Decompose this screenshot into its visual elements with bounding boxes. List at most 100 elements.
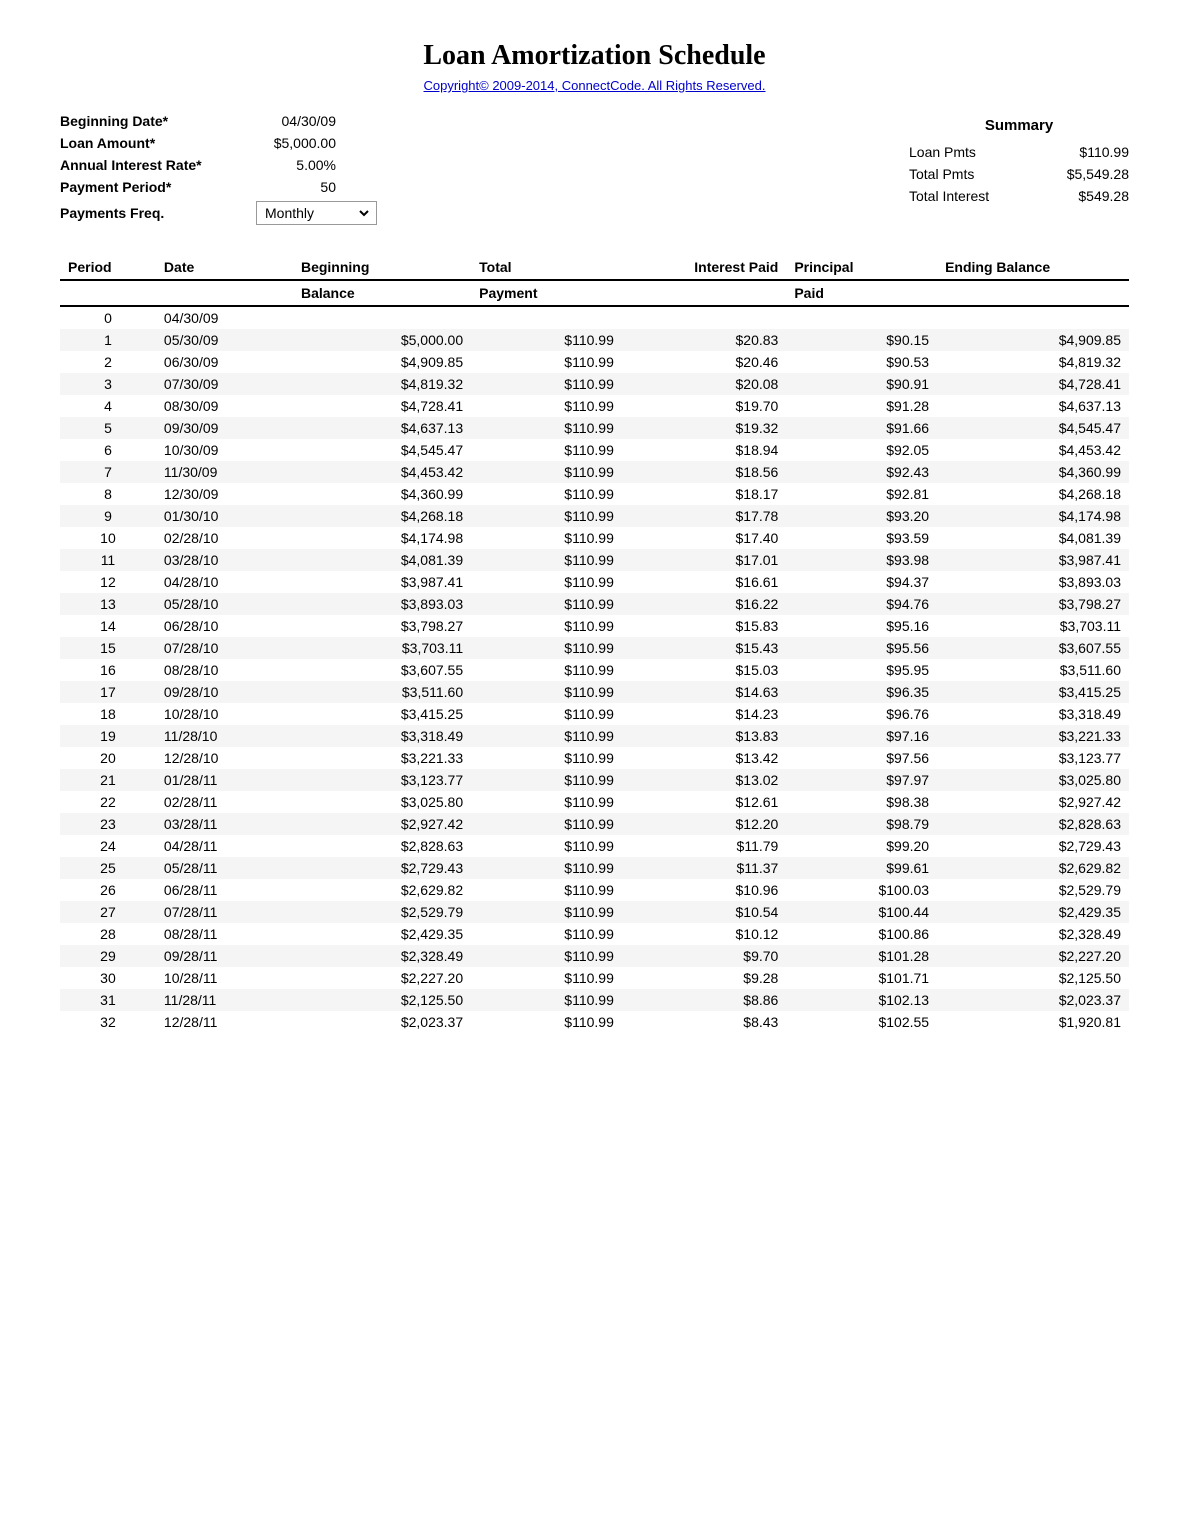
table-cell: $2,729.43 [293,857,471,879]
top-section: Beginning Date* 04/30/09 Loan Amount* $5… [60,113,1129,225]
table-cell: 11 [60,549,156,571]
payment-period-row: Payment Period* 50 [60,179,377,195]
table-cell: $110.99 [471,879,622,901]
table-cell: 08/28/10 [156,659,293,681]
table-cell: 4 [60,395,156,417]
loan-amount-value: $5,000.00 [256,135,336,151]
table-cell: $110.99 [471,901,622,923]
table-cell: $4,453.42 [293,461,471,483]
payments-freq-row: Payments Freq. Monthly Weekly Bi-Weekly … [60,201,377,225]
table-cell: 0 [60,306,156,329]
table-cell: $110.99 [471,461,622,483]
table-cell: $2,429.35 [293,923,471,945]
table-cell: 30 [60,967,156,989]
payment-period-label: Payment Period* [60,179,240,195]
header-period-blank [60,280,156,306]
table-cell: 09/28/10 [156,681,293,703]
table-cell [786,306,937,329]
table-cell: $3,511.60 [293,681,471,703]
table-cell: $110.99 [471,373,622,395]
payments-freq-select[interactable]: Monthly Weekly Bi-Weekly Quarterly Semi-… [261,204,372,222]
table-row: 2909/28/11$2,328.49$110.99$9.70$101.28$2… [60,945,1129,967]
table-cell: $91.66 [786,417,937,439]
table-cell: $92.81 [786,483,937,505]
amortization-table-container: Period Date Beginning Total Interest Pai… [60,255,1129,1033]
table-cell: $92.05 [786,439,937,461]
payments-freq-dropdown[interactable]: Monthly Weekly Bi-Weekly Quarterly Semi-… [256,201,377,225]
table-cell: 32 [60,1011,156,1033]
table-cell: 21 [60,769,156,791]
table-cell: $9.70 [622,945,786,967]
table-cell: $97.56 [786,747,937,769]
table-cell: 1 [60,329,156,351]
summary-title: Summary [909,117,1129,134]
table-cell: $2,629.82 [937,857,1129,879]
table-cell: $91.28 [786,395,937,417]
table-cell: $93.59 [786,527,937,549]
table-row: 2606/28/11$2,629.82$110.99$10.96$100.03$… [60,879,1129,901]
table-cell: $4,453.42 [937,439,1129,461]
table-cell: $3,607.55 [937,637,1129,659]
header-interest-blank [622,280,786,306]
table-cell: $110.99 [471,813,622,835]
table-cell: $2,227.20 [293,967,471,989]
table-cell: $110.99 [471,549,622,571]
table-row: 610/30/09$4,545.47$110.99$18.94$92.05$4,… [60,439,1129,461]
header-beginning-balance: Beginning [293,255,471,280]
table-cell: $110.99 [471,571,622,593]
table-cell: 07/30/09 [156,373,293,395]
table-cell [293,306,471,329]
table-cell: $9.28 [622,967,786,989]
table-cell: 6 [60,439,156,461]
table-cell: 02/28/11 [156,791,293,813]
total-interest-value: $549.28 [1049,188,1129,204]
beginning-date-row: Beginning Date* 04/30/09 [60,113,377,129]
table-cell: $110.99 [471,769,622,791]
table-cell: $110.99 [471,967,622,989]
header-balance: Balance [293,280,471,306]
table-cell: $4,545.47 [293,439,471,461]
table-cell: $14.63 [622,681,786,703]
table-cell: $4,081.39 [293,549,471,571]
table-cell: $100.86 [786,923,937,945]
table-cell: 12/28/10 [156,747,293,769]
table-cell: $18.94 [622,439,786,461]
table-cell: 14 [60,615,156,637]
table-cell: $14.23 [622,703,786,725]
table-cell: $110.99 [471,395,622,417]
table-row: 812/30/09$4,360.99$110.99$18.17$92.81$4,… [60,483,1129,505]
table-row: 1406/28/10$3,798.27$110.99$15.83$95.16$3… [60,615,1129,637]
table-cell: 15 [60,637,156,659]
table-cell: 12/28/11 [156,1011,293,1033]
table-cell: 25 [60,857,156,879]
table-cell: $110.99 [471,659,622,681]
table-cell: $94.76 [786,593,937,615]
loan-pmts-row: Loan Pmts $110.99 [909,144,1129,160]
table-cell: $3,415.25 [937,681,1129,703]
table-cell: $3,221.33 [937,725,1129,747]
table-cell: $110.99 [471,417,622,439]
table-cell: 12/30/09 [156,483,293,505]
table-cell [471,306,622,329]
table-cell: 24 [60,835,156,857]
annual-interest-value: 5.00% [256,157,336,173]
table-cell [937,306,1129,329]
table-cell: $92.43 [786,461,937,483]
table-row: 004/30/09 [60,306,1129,329]
table-cell: $2,529.79 [937,879,1129,901]
table-cell: $100.44 [786,901,937,923]
table-cell: 3 [60,373,156,395]
table-cell: $2,429.35 [937,901,1129,923]
table-cell: $12.61 [622,791,786,813]
table-cell: $3,221.33 [293,747,471,769]
table-cell: $3,893.03 [937,571,1129,593]
table-cell: 13 [60,593,156,615]
table-cell: $93.20 [786,505,937,527]
table-cell: $20.83 [622,329,786,351]
table-cell: $94.37 [786,571,937,593]
table-cell: $16.61 [622,571,786,593]
table-cell: 08/28/11 [156,923,293,945]
table-cell: 17 [60,681,156,703]
table-row: 2012/28/10$3,221.33$110.99$13.42$97.56$3… [60,747,1129,769]
table-row: 2101/28/11$3,123.77$110.99$13.02$97.97$3… [60,769,1129,791]
